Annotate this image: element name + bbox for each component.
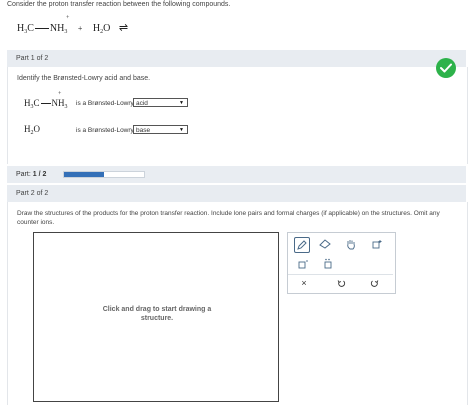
drawing-canvas[interactable]: Click and drag to start drawing a struct… xyxy=(33,232,279,402)
equilibrium-arrow: ⇌ xyxy=(118,22,129,34)
acid-select-value: acid xyxy=(136,100,148,107)
row1-c: C xyxy=(33,98,40,108)
row1-nh: NH xyxy=(51,98,65,108)
base-select[interactable]: base ▼ xyxy=(133,125,188,134)
redo-icon[interactable] xyxy=(367,276,381,290)
pencil-icon[interactable] xyxy=(294,237,310,253)
progress-fill xyxy=(64,172,104,177)
base-select-value: base xyxy=(136,127,151,134)
hand-icon[interactable] xyxy=(344,237,358,251)
reaction-equation: + H3C NH3 + H2O ⇌ xyxy=(17,15,129,35)
row2-o: O xyxy=(33,124,41,134)
row2-label: is a Brønsted-Lowry xyxy=(76,127,134,134)
eraser-icon[interactable] xyxy=(318,237,332,251)
reactant1-sub2: 3 xyxy=(64,29,68,35)
part2-prompt: Draw the structures of the products for … xyxy=(17,210,440,226)
part2-body: Draw the structures of the products for … xyxy=(7,202,468,405)
row1-sub1: 3 xyxy=(30,104,34,110)
part2-title: Part 2 of 2 xyxy=(16,190,49,197)
reaction-charge: + xyxy=(66,15,70,21)
reactant1-nh: NH xyxy=(49,23,65,34)
row2-h: H xyxy=(24,124,31,134)
toolbox-divider xyxy=(288,274,393,275)
progress-value: 1 / 2 xyxy=(32,171,47,178)
row1-sub2: 3 xyxy=(64,104,68,110)
canvas-hint: Click and drag to start drawing a struct… xyxy=(102,306,212,322)
clear-icon[interactable]: × xyxy=(297,276,311,290)
reactant2-sub: 2 xyxy=(100,29,104,35)
dropdown-arrow-icon: ▼ xyxy=(179,127,184,133)
progress-track xyxy=(63,171,145,178)
progress-label: Part: 1 / 2 xyxy=(16,171,46,178)
plus-sign: + xyxy=(77,24,83,33)
part1-title: Part 1 of 2 xyxy=(16,55,49,62)
row1-h: H xyxy=(24,98,31,108)
part1-prompt: Identify the Brønsted-Lowry acid and bas… xyxy=(17,75,151,82)
drawing-toolbox: × xyxy=(287,232,396,294)
part1-body: Identify the Brønsted-Lowry acid and bas… xyxy=(7,67,468,164)
add-charge-icon[interactable] xyxy=(370,237,384,251)
bond-line xyxy=(34,28,49,30)
lone-pair-icon[interactable] xyxy=(321,257,335,271)
dropdown-arrow-icon: ▼ xyxy=(179,100,184,106)
row1-charge: + xyxy=(58,91,62,97)
acid-select[interactable]: acid ▼ xyxy=(133,98,188,107)
row1-formula: + H3C NH3 xyxy=(24,91,68,110)
row2-formula: H2O xyxy=(24,124,41,136)
part2-header: Part 2 of 2 xyxy=(7,185,466,202)
reactant1-sub1: 3 xyxy=(24,29,28,35)
part1-header: Part 1 of 2 xyxy=(7,50,466,67)
check-icon xyxy=(436,58,456,78)
progress-bar-row: Part: 1 / 2 xyxy=(7,166,466,183)
add-box-icon[interactable] xyxy=(296,257,310,271)
question-text: Consider the proton transfer reaction be… xyxy=(7,1,231,8)
reactant1-c: C xyxy=(27,23,34,34)
reactant2-o: O xyxy=(103,23,111,34)
undo-icon[interactable] xyxy=(334,276,348,290)
row1-label: is a Brønsted-Lowry xyxy=(76,100,134,107)
row2-sub: 2 xyxy=(30,130,34,136)
row1-bond xyxy=(40,103,51,105)
progress-label-text: Part: xyxy=(16,171,31,178)
